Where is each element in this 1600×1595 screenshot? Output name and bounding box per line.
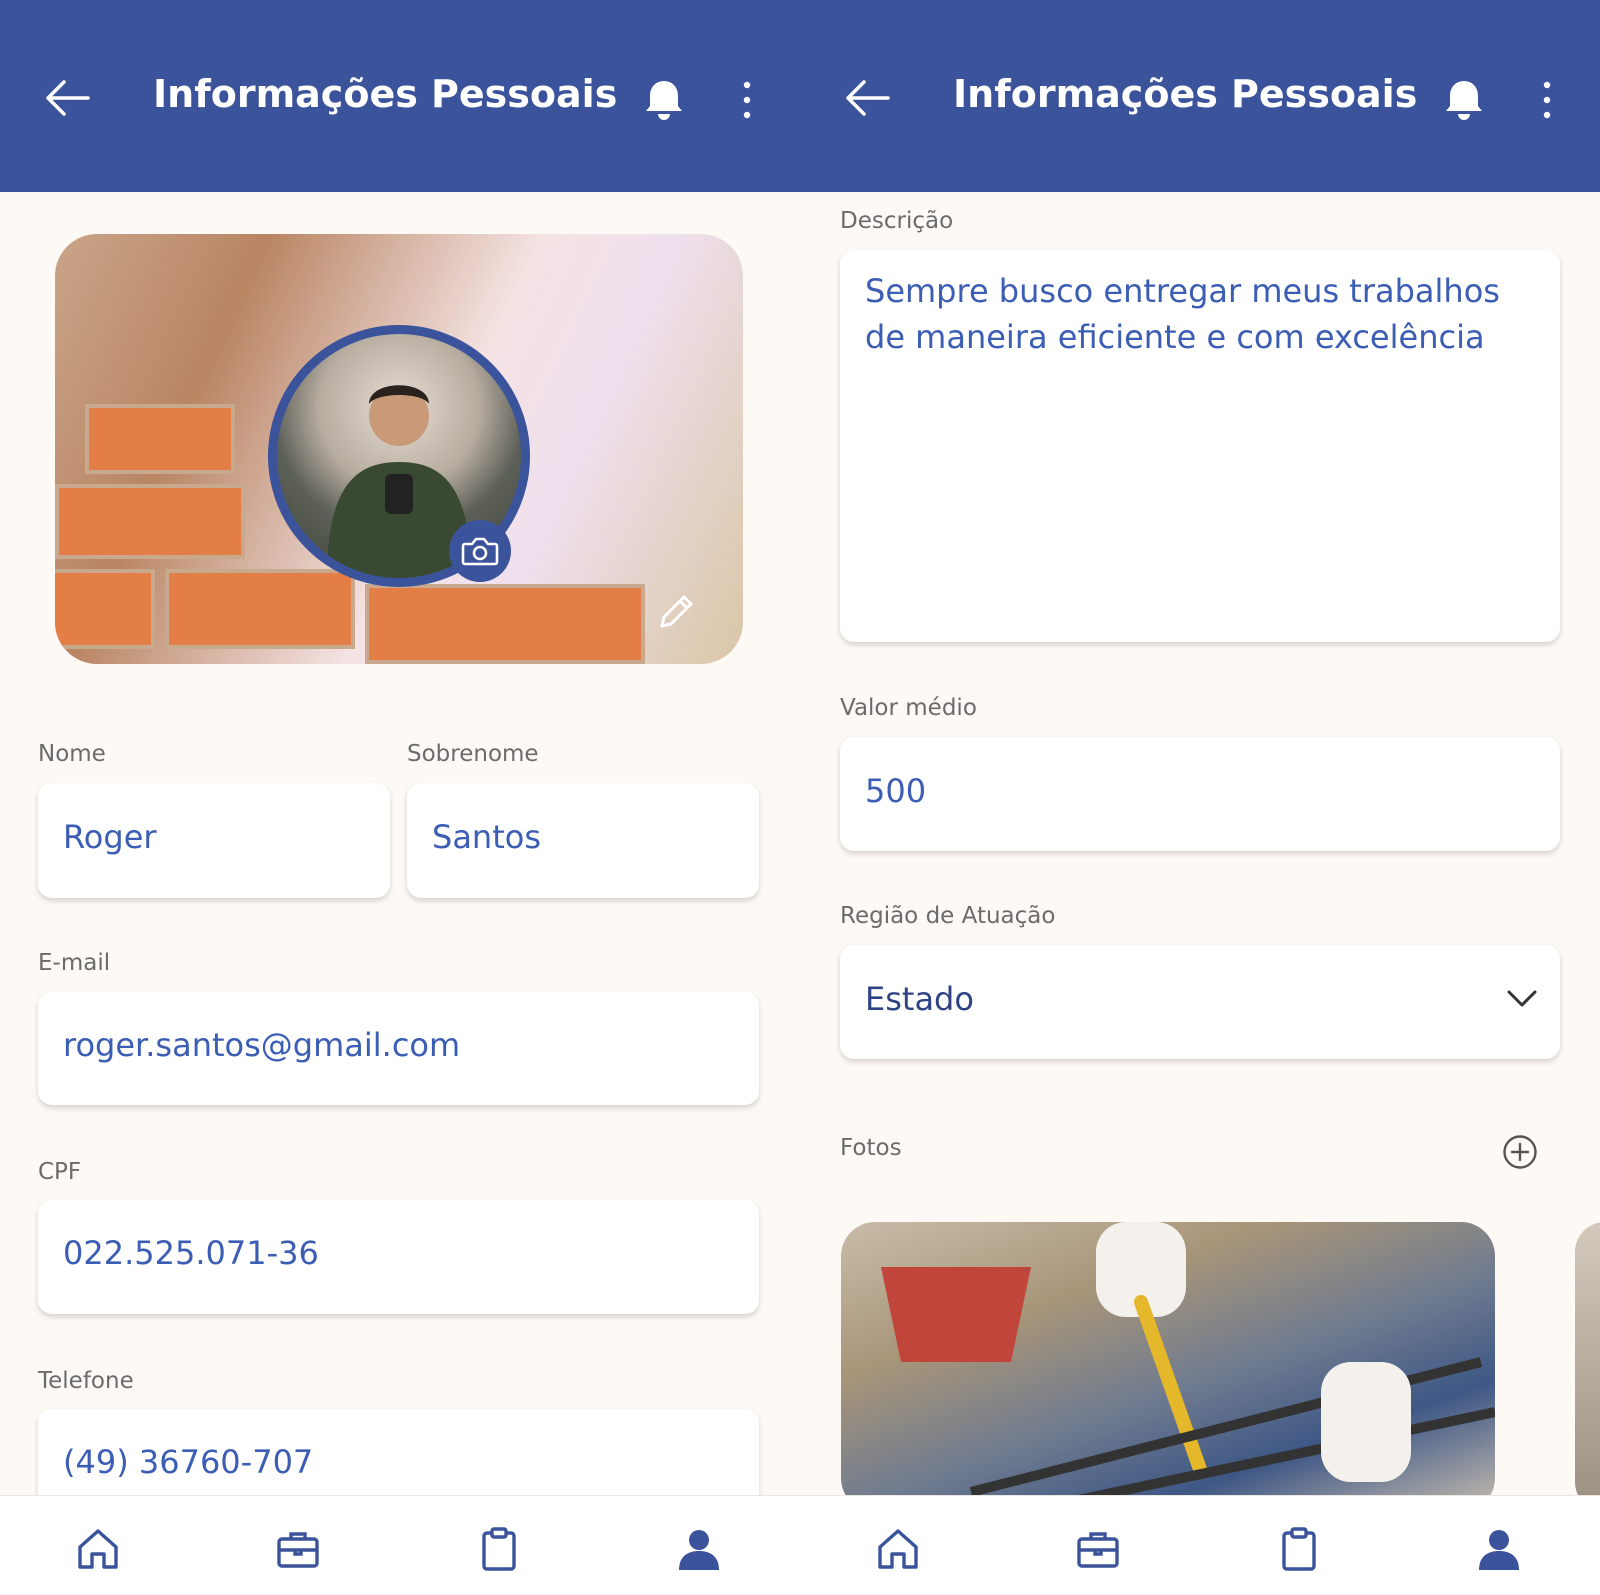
- email-value: roger.santos@gmail.com: [63, 1026, 461, 1064]
- telefone-value: (49) 36760-707: [63, 1443, 314, 1481]
- email-input[interactable]: roger.santos@gmail.com: [38, 992, 759, 1105]
- photo-thumbnail[interactable]: [841, 1222, 1495, 1512]
- app-bar: Informações Pessoais: [0, 0, 800, 192]
- user-icon[interactable]: [1476, 1526, 1522, 1572]
- more-vertical-icon[interactable]: [740, 80, 754, 120]
- screen-right: Informações Pessoais Descrição Sempre bu…: [800, 0, 1600, 1595]
- cover-brick: [85, 404, 235, 474]
- pencil-icon[interactable]: [654, 590, 698, 634]
- descricao-textarea[interactable]: Sempre busco entregar meus trabalhos de …: [840, 250, 1560, 642]
- descricao-value: Sempre busco entregar meus trabalhos de …: [865, 272, 1500, 356]
- nome-value: Roger: [63, 818, 157, 856]
- sobrenome-value: Santos: [432, 818, 541, 856]
- bell-icon[interactable]: [644, 78, 684, 122]
- bell-icon[interactable]: [1444, 78, 1484, 122]
- regiao-value: Estado: [865, 980, 974, 1018]
- home-icon[interactable]: [875, 1526, 921, 1572]
- page-title: Informações Pessoais: [953, 72, 1418, 116]
- nome-label: Nome: [38, 741, 106, 767]
- valor-medio-value: 500: [865, 772, 927, 810]
- cover-brick: [55, 569, 155, 649]
- page-title: Informações Pessoais: [153, 72, 618, 116]
- descricao-label: Descrição: [840, 208, 954, 234]
- clipboard-icon[interactable]: [476, 1526, 522, 1572]
- valor-medio-label: Valor médio: [840, 695, 977, 721]
- arrow-left-icon[interactable]: [844, 78, 890, 118]
- sobrenome-input[interactable]: Santos: [407, 783, 759, 898]
- sobrenome-label: Sobrenome: [407, 741, 539, 767]
- more-vertical-icon[interactable]: [1540, 80, 1554, 120]
- photo-image: [881, 1222, 1495, 1512]
- email-label: E-mail: [38, 950, 111, 976]
- cover-brick: [165, 569, 355, 649]
- briefcase-icon[interactable]: [275, 1526, 321, 1572]
- cover-brick: [365, 584, 645, 664]
- valor-medio-input[interactable]: 500: [840, 737, 1560, 851]
- app-bar: Informações Pessoais: [800, 0, 1600, 192]
- telefone-label: Telefone: [38, 1368, 134, 1394]
- arrow-left-icon[interactable]: [44, 78, 90, 118]
- screen-left: Informações Pessoais Nome Sobrenome Roge…: [0, 0, 800, 1595]
- camera-icon: [461, 537, 499, 566]
- home-icon[interactable]: [75, 1526, 121, 1572]
- cpf-input[interactable]: 022.525.071-36: [38, 1200, 759, 1314]
- fotos-label: Fotos: [840, 1135, 902, 1161]
- user-icon[interactable]: [676, 1526, 722, 1572]
- briefcase-icon[interactable]: [1075, 1526, 1121, 1572]
- cpf-label: CPF: [38, 1159, 82, 1185]
- photo-thumbnail-next[interactable]: [1575, 1222, 1600, 1512]
- regiao-select[interactable]: Estado: [840, 945, 1560, 1059]
- regiao-label: Região de Atuação: [840, 903, 1056, 929]
- plus-circle-icon[interactable]: [1502, 1134, 1538, 1170]
- cpf-value: 022.525.071-36: [63, 1234, 319, 1272]
- nome-input[interactable]: Roger: [38, 783, 390, 898]
- cover-brick: [55, 484, 245, 559]
- chevron-down-icon: [1507, 990, 1537, 1007]
- clipboard-icon[interactable]: [1276, 1526, 1322, 1572]
- change-avatar-button[interactable]: [449, 520, 511, 582]
